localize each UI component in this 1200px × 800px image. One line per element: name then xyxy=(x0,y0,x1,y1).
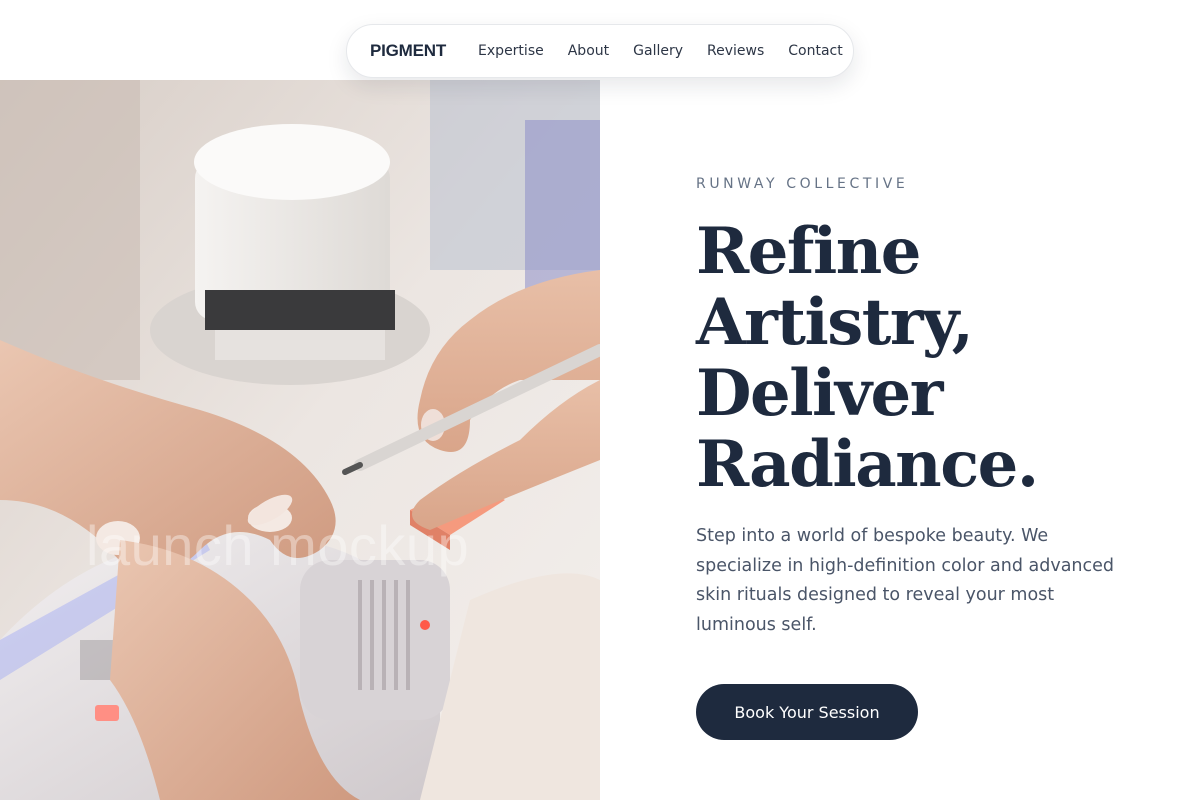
hero-headline: Refine Artistry, Deliver Radiance. xyxy=(696,216,1136,500)
headline-line: Deliver xyxy=(696,356,943,431)
nav-link-expertise[interactable]: Expertise xyxy=(478,43,544,59)
hero-content: RUNWAY COLLECTIVE Refine Artistry, Deliv… xyxy=(696,176,1136,740)
nav-link-contact[interactable]: Contact xyxy=(788,43,842,59)
hero-eyebrow: RUNWAY COLLECTIVE xyxy=(696,176,909,192)
image-watermark: launch mockup xyxy=(86,514,470,577)
manicure-illustration xyxy=(0,80,600,800)
headline-line: Artistry, xyxy=(696,285,974,360)
top-navigation: PIGMENT Expertise About Gallery Reviews … xyxy=(346,24,854,78)
nav-links: Expertise About Gallery Reviews Contact xyxy=(478,43,843,59)
nav-link-about[interactable]: About xyxy=(568,43,609,59)
nav-link-reviews[interactable]: Reviews xyxy=(707,43,764,59)
headline-line: Radiance. xyxy=(696,427,1039,502)
nav-link-gallery[interactable]: Gallery xyxy=(633,43,683,59)
hero-description: Step into a world of bespoke beauty. We … xyxy=(696,526,1115,635)
landing-page: PIGMENT Expertise About Gallery Reviews … xyxy=(0,0,1200,800)
brand-logo[interactable]: PIGMENT xyxy=(370,41,446,61)
hero-photo: launch mockup xyxy=(0,80,600,800)
book-session-button[interactable]: Book Your Session xyxy=(696,684,918,740)
headline-line: Refine xyxy=(696,214,922,289)
